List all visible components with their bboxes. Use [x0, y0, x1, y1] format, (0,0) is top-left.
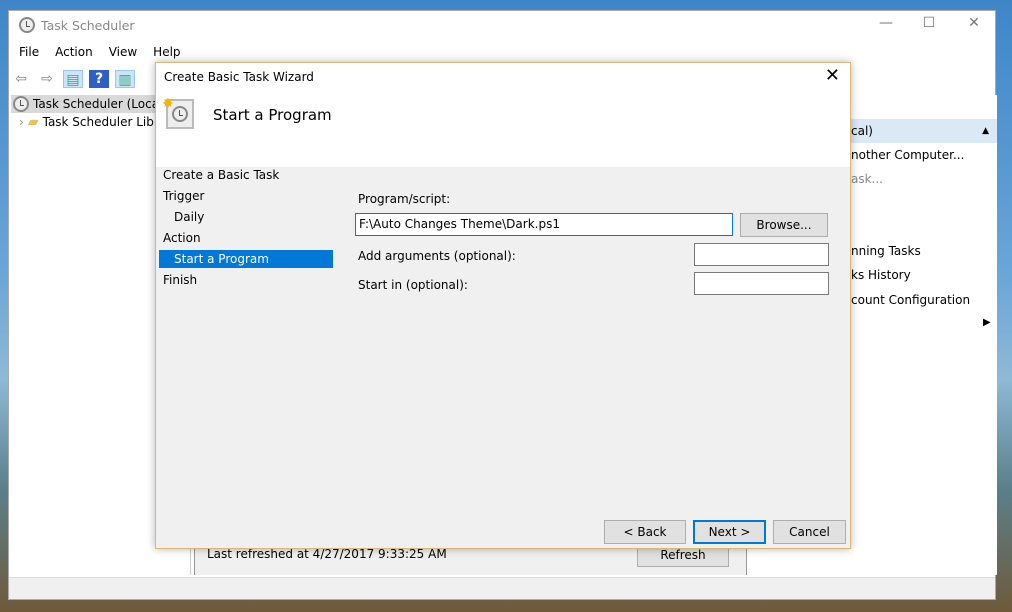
action-running-tasks[interactable]: nning Tasks — [851, 239, 921, 263]
step-create-basic-task: Create a Basic Task — [163, 168, 280, 182]
step-finish: Finish — [163, 273, 198, 287]
start-in-input[interactable] — [694, 272, 829, 295]
browse-button[interactable]: Browse... — [740, 213, 828, 237]
start-in-label: Start in (optional): — [358, 278, 468, 292]
show-hide-console-tree-icon[interactable]: ▤ — [63, 70, 83, 88]
action-tasks-history[interactable]: ks History — [851, 263, 911, 287]
create-basic-task-wizard: Create Basic Task Wizard ✕ ✸ Start a Pro… — [155, 62, 851, 549]
forward-arrow-icon[interactable]: ⇨ — [37, 70, 57, 88]
step-trigger: Trigger — [163, 189, 205, 203]
menu-file[interactable]: File — [19, 45, 39, 59]
collapse-up-icon[interactable]: ▲ — [982, 119, 989, 143]
title-bar: Task Scheduler — [19, 17, 135, 33]
actions-header-label: cal) — [851, 124, 873, 138]
maximize-button[interactable]: ☐ — [914, 15, 944, 31]
window-title: Task Scheduler — [41, 17, 135, 33]
step-daily: Daily — [174, 210, 205, 224]
help-icon[interactable]: ? — [89, 70, 109, 88]
step-start-a-program: Start a Program — [159, 250, 333, 268]
program-script-label: Program/script: — [358, 192, 451, 206]
cancel-button[interactable]: Cancel — [773, 520, 846, 544]
status-bar — [9, 577, 995, 599]
action-account-config[interactable]: count Configuration — [851, 288, 970, 312]
toolbar: ⇦ ⇨ ▤ ? ▥ — [11, 67, 135, 91]
close-button[interactable]: ✕ — [959, 15, 989, 31]
add-arguments-label: Add arguments (optional): — [358, 249, 516, 263]
last-refreshed-text: Last refreshed at 4/27/2017 9:33:25 AM — [207, 547, 447, 561]
show-hide-action-pane-icon[interactable]: ▥ — [115, 70, 135, 88]
tree-label: Task Scheduler (Local) — [33, 97, 168, 111]
step-action: Action — [163, 231, 201, 245]
next-button[interactable]: Next > — [693, 520, 766, 544]
action-create-basic-task[interactable]: ask... — [851, 167, 883, 191]
clock-icon — [19, 17, 35, 33]
menu-help[interactable]: Help — [153, 45, 180, 59]
minimize-button[interactable]: — — [871, 15, 901, 31]
menu-action[interactable]: Action — [55, 45, 93, 59]
add-arguments-input[interactable] — [694, 243, 829, 266]
action-connect[interactable]: nother Computer... — [851, 143, 964, 167]
menu-view[interactable]: View — [109, 45, 137, 59]
submenu-arrow-icon[interactable]: ▶ — [983, 317, 991, 328]
back-arrow-icon[interactable]: ⇦ — [11, 70, 31, 88]
clock-icon — [13, 96, 29, 112]
wizard-heading: Start a Program — [213, 106, 332, 124]
sparkle-icon: ✸ — [162, 96, 174, 112]
menu-bar: File Action View Help — [19, 45, 181, 59]
chevron-right-icon[interactable]: › — [19, 115, 24, 129]
wizard-header: Create Basic Task Wizard ✕ ✸ Start a Pro… — [156, 63, 850, 167]
wizard-title: Create Basic Task Wizard — [164, 70, 314, 84]
program-script-input[interactable]: F:\Auto Changes Theme\Dark.ps1 — [355, 213, 733, 236]
back-button[interactable]: < Back — [604, 520, 686, 544]
wizard-close-button[interactable]: ✕ — [825, 65, 840, 86]
tree-label: Task Scheduler Libr — [42, 115, 159, 129]
folder-clock-icon: ▰ — [27, 114, 39, 130]
